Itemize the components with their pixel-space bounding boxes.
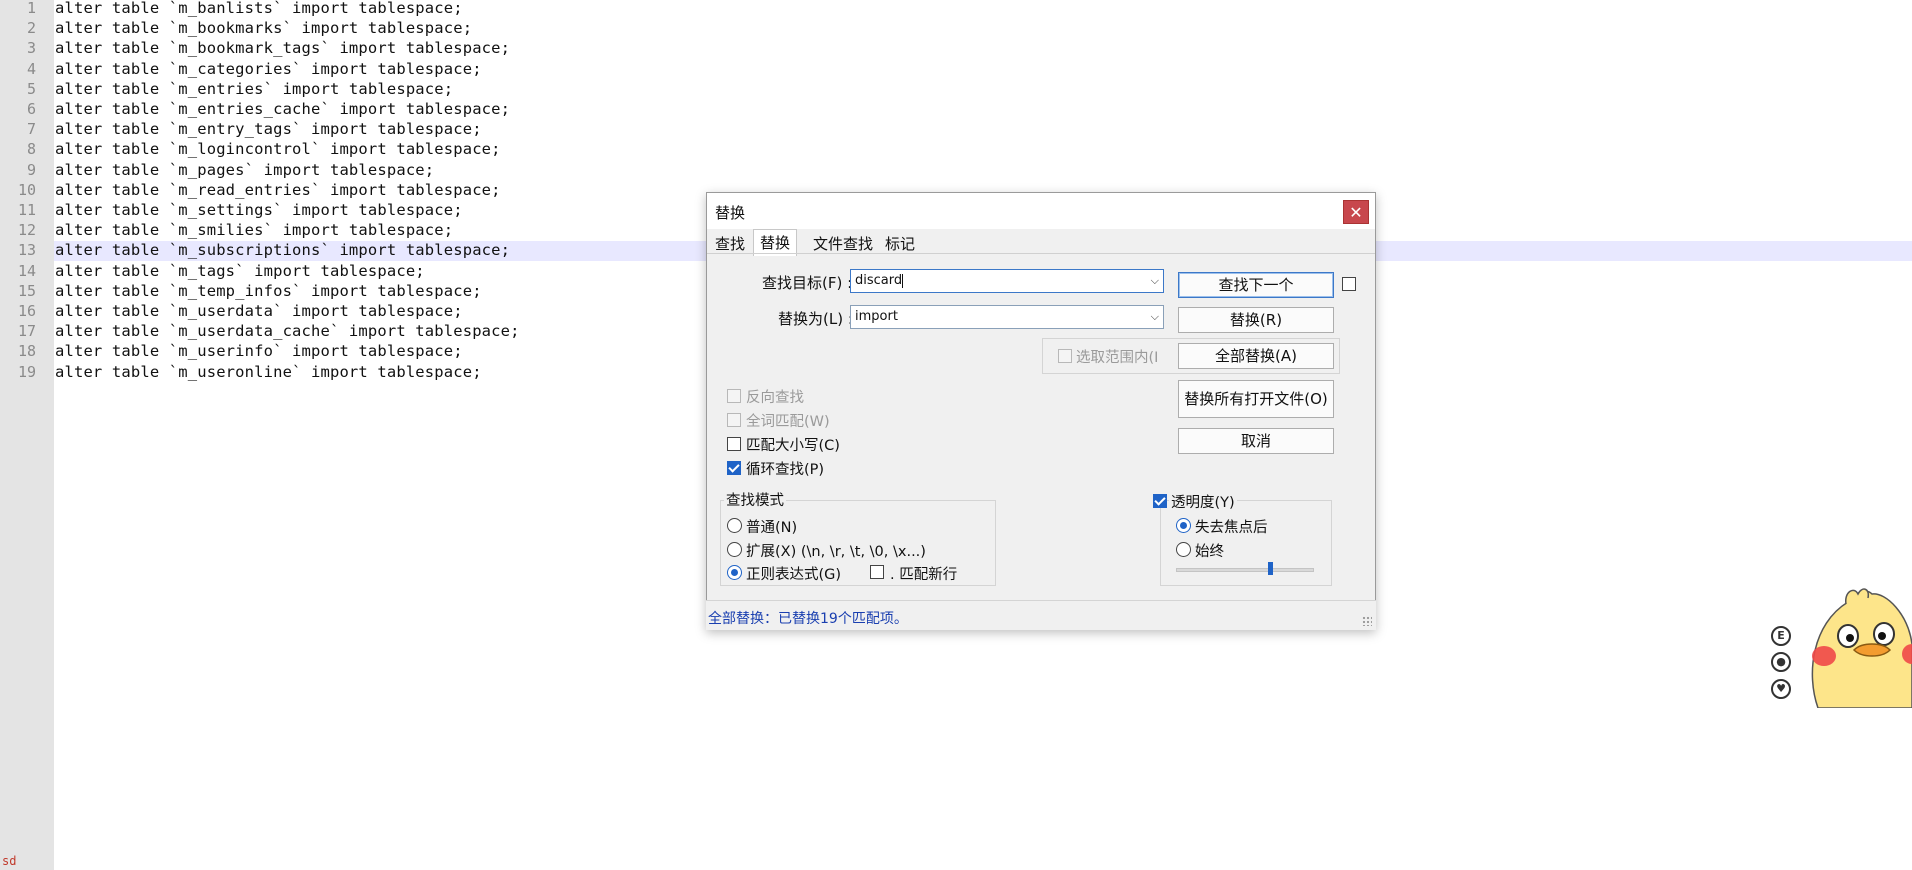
tab-divider xyxy=(707,253,1375,254)
transparency-slider-thumb[interactable] xyxy=(1267,562,1273,575)
find-input-value: discard xyxy=(855,273,903,288)
search-mode-title: 查找模式 xyxy=(724,489,786,510)
dialog-title-bar[interactable]: 替换 ✕ xyxy=(707,193,1375,229)
code-line[interactable]: alter table `m_bookmarks` import tablesp… xyxy=(55,18,472,38)
line-number: 5 xyxy=(26,79,36,98)
line-number: 18 xyxy=(17,342,36,361)
line-number: 3 xyxy=(26,39,36,58)
chevron-down-icon[interactable]: ⌵ xyxy=(1151,270,1159,292)
line-number: 8 xyxy=(26,140,36,159)
close-button[interactable]: ✕ xyxy=(1343,200,1369,224)
find-next-option-checkbox[interactable] xyxy=(1342,277,1356,291)
in-selection-checkbox[interactable] xyxy=(1058,349,1072,363)
transparency-checkbox[interactable] xyxy=(1153,494,1167,508)
code-line[interactable]: alter table `m_subscriptions` import tab… xyxy=(55,240,510,260)
resize-grip-icon[interactable] xyxy=(1362,616,1372,626)
transparency-label: 透明度(Y) xyxy=(1169,491,1237,512)
tab-find[interactable]: 查找 xyxy=(715,233,745,254)
line-number: 1 xyxy=(26,0,36,17)
dialog-title: 替换 xyxy=(715,204,746,222)
line-number: 13 xyxy=(17,241,36,260)
line-number: 2 xyxy=(26,19,36,38)
line-number: 15 xyxy=(17,281,36,300)
tab-find-in-files[interactable]: 文件查找 xyxy=(813,233,873,254)
code-line[interactable]: alter table `m_entries_cache` import tab… xyxy=(55,99,510,119)
transparency-on-lose-focus-label: 失去焦点后 xyxy=(1195,520,1268,536)
tab-mark[interactable]: 标记 xyxy=(885,233,915,254)
duck-mascot-icon[interactable] xyxy=(1796,584,1912,708)
code-line[interactable]: alter table `m_temp_infos` import tables… xyxy=(55,281,482,301)
line-number: 12 xyxy=(17,221,36,240)
outfit-icon[interactable]: ♥ xyxy=(1771,679,1791,699)
line-number: 14 xyxy=(17,261,36,280)
edit-icon[interactable]: E xyxy=(1771,626,1791,646)
replace-all-open-files-button[interactable]: 替换所有打开文件(O) xyxy=(1178,380,1334,418)
replace-all-button[interactable]: 全部替换(A) xyxy=(1178,343,1334,369)
match-case-checkbox[interactable] xyxy=(727,437,741,451)
whole-word-label: 全词匹配(W) xyxy=(746,414,830,430)
code-line[interactable]: alter table `m_entry_tags` import tables… xyxy=(55,119,482,139)
line-number: 11 xyxy=(17,201,36,219)
replace-button[interactable]: 替换(R) xyxy=(1178,307,1334,333)
transparency-always-radio[interactable] xyxy=(1176,542,1191,557)
text-cursor xyxy=(902,273,904,288)
wrap-around-label: 循环查找(P) xyxy=(746,462,825,478)
code-line[interactable]: alter table `m_smilies` import tablespac… xyxy=(55,220,453,240)
line-number: 6 xyxy=(26,100,36,118)
line-number: 4 xyxy=(26,59,36,78)
dot-matches-newline-label: . 匹配新行 xyxy=(890,567,958,583)
match-case-label: 匹配大小写(C) xyxy=(746,438,840,454)
transparency-always-label: 始终 xyxy=(1195,544,1224,560)
code-line[interactable]: alter table `m_settings` import tablespa… xyxy=(55,200,463,220)
tab-replace[interactable]: 替换 xyxy=(753,229,798,256)
mode-regex-radio[interactable] xyxy=(727,565,742,580)
line-number: 10 xyxy=(17,180,36,199)
line-number: 17 xyxy=(17,322,36,341)
code-line[interactable]: alter table `m_userinfo` import tablespa… xyxy=(55,341,463,361)
mode-normal-label: 普通(N) xyxy=(746,520,798,536)
backward-checkbox[interactable] xyxy=(727,389,741,403)
code-line[interactable]: alter table `m_userdata_cache` import ta… xyxy=(55,321,520,341)
line-number: 16 xyxy=(17,302,36,320)
dot-matches-newline-checkbox[interactable] xyxy=(870,565,884,579)
mode-normal-radio[interactable] xyxy=(727,518,742,533)
line-number: 19 xyxy=(17,362,36,381)
code-line[interactable]: alter table `m_read_entries` import tabl… xyxy=(55,180,501,200)
wrap-around-checkbox[interactable] xyxy=(727,461,741,475)
corner-label: sd xyxy=(2,854,17,868)
in-selection-label: 选取范围内(I xyxy=(1076,350,1159,366)
transparency-on-lose-focus-radio[interactable] xyxy=(1176,518,1191,533)
find-next-button[interactable]: 查找下一个 xyxy=(1178,272,1334,298)
code-line[interactable]: alter table `m_tags` import tablespace; xyxy=(55,261,425,281)
mode-extended-label: 扩展(X) (\n, \r, \t, \0, \x...) xyxy=(746,544,926,560)
code-line[interactable]: alter table `m_logincontrol` import tabl… xyxy=(55,139,501,159)
replace-input[interactable]: import ⌵ xyxy=(850,305,1164,329)
status-message: 全部替换：已替换19个匹配项。 xyxy=(708,611,908,627)
close-icon: ✕ xyxy=(1349,203,1363,222)
line-number: 9 xyxy=(26,160,36,179)
transparency-slider[interactable] xyxy=(1176,568,1314,572)
chevron-down-icon[interactable]: ⌵ xyxy=(1151,306,1159,328)
find-input[interactable]: discard ⌵ xyxy=(850,269,1164,293)
tab-bar: 查找 替换 文件查找 标记 xyxy=(707,229,1375,256)
backward-label: 反向查找 xyxy=(746,390,804,406)
whole-word-checkbox[interactable] xyxy=(727,413,741,427)
code-line[interactable]: alter table `m_bookmark_tags` import tab… xyxy=(55,38,510,58)
line-number: 7 xyxy=(26,120,36,139)
replace-label: 替换为(L) : xyxy=(778,310,853,328)
find-label: 查找目标(F) : xyxy=(762,274,853,292)
code-line[interactable]: alter table `m_banlists` import tablespa… xyxy=(55,0,463,18)
mode-extended-radio[interactable] xyxy=(727,542,742,557)
code-line[interactable]: alter table `m_pages` import tablespace; xyxy=(55,160,434,180)
code-line[interactable]: alter table `m_categories` import tables… xyxy=(55,59,482,79)
code-line[interactable]: alter table `m_entries` import tablespac… xyxy=(55,79,453,99)
mode-regex-label: 正则表达式(G) xyxy=(746,567,842,583)
cancel-button[interactable]: 取消 xyxy=(1178,428,1334,454)
code-line[interactable]: alter table `m_userdata` import tablespa… xyxy=(55,301,463,321)
settings-icon[interactable]: ● xyxy=(1771,652,1791,672)
replace-input-value: import xyxy=(855,309,898,324)
code-line[interactable]: alter table `m_useronline` import tables… xyxy=(55,362,482,382)
